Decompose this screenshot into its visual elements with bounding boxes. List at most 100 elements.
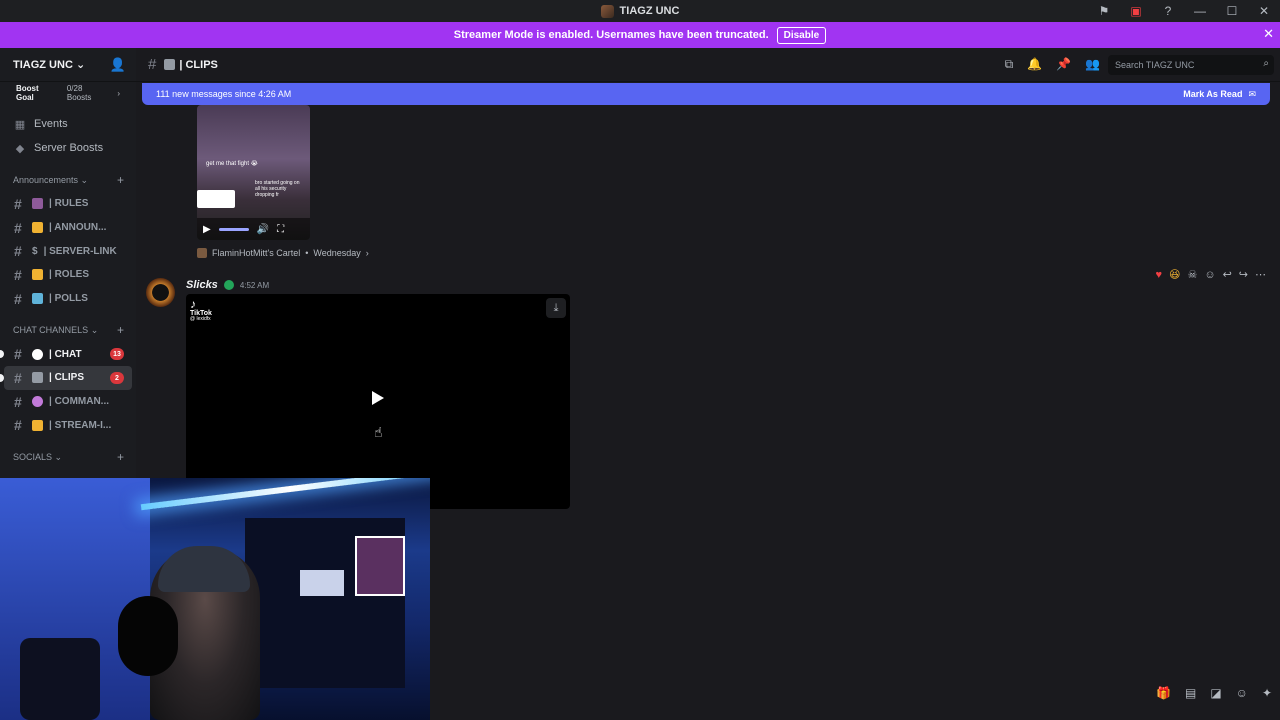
thread-avatar <box>197 248 207 258</box>
streamer-mode-banner: Streamer Mode is enabled. Usernames have… <box>0 22 1280 48</box>
play-button-icon[interactable] <box>372 391 384 405</box>
channel-label: | RULES <box>49 198 89 210</box>
mark-as-read-button[interactable]: Mark As Read ✉ <box>1183 89 1256 100</box>
thread-link[interactable]: FlaminHotMitt's Cartel • Wednesday › <box>197 248 369 258</box>
member-list-icon[interactable]: 👥 <box>1085 57 1100 72</box>
hash-icon: # <box>14 290 22 307</box>
disable-streamer-mode-button[interactable]: Disable <box>776 26 827 44</box>
more-icon[interactable]: ⋯ <box>1255 268 1266 281</box>
new-messages-bar[interactable]: 111 new messages since 4:26 AM Mark As R… <box>142 83 1270 105</box>
boost-count: 0/28 Boosts <box>66 84 92 102</box>
minimize-icon[interactable]: — <box>1184 4 1216 18</box>
dollar-icon: $ <box>32 245 38 257</box>
channel-chat[interactable]: # | CHAT 13 <box>0 342 136 366</box>
emoji-icon[interactable]: ☺ <box>1236 686 1248 700</box>
laugh-reaction-icon[interactable]: 😆 <box>1169 268 1180 281</box>
fullscreen-icon[interactable]: ⛶ <box>277 224 284 235</box>
new-messages-text: 111 new messages since 4:26 AM <box>156 89 292 99</box>
hash-icon: # <box>14 266 22 283</box>
channel-clips[interactable]: # | CLIPS 2 <box>0 366 132 390</box>
pin-icon[interactable]: 📌 <box>1056 57 1071 72</box>
category-socials[interactable]: SOCIALS ⌄ + <box>0 445 136 469</box>
mention-badge: 13 <box>110 348 124 361</box>
add-channel-icon[interactable]: + <box>117 173 124 187</box>
channel-label: | COMMAN... <box>49 396 110 408</box>
sticker-icon[interactable]: ◪ <box>1210 686 1221 700</box>
avatar[interactable] <box>146 278 175 307</box>
window-titlebar: TIAGZ UNC ⚑ ▣ ? — ☐ ✕ <box>0 0 1280 22</box>
skull-reaction-icon[interactable]: ☠ <box>1187 268 1197 281</box>
robot-icon <box>32 396 43 408</box>
volume-icon[interactable]: 🔊 <box>257 224 269 235</box>
channel-label: | CLIPS <box>49 372 85 384</box>
hash-icon: # <box>14 369 22 386</box>
add-reaction-icon[interactable]: ☺ <box>1204 269 1215 281</box>
channel-announcements[interactable]: # | ANNOUN... <box>0 216 136 240</box>
maximize-icon[interactable]: ☐ <box>1216 4 1248 18</box>
video-attachment-thumbnail[interactable]: get me that fight 😭 bro started going on… <box>197 105 310 240</box>
invite-people-icon[interactable]: 👤 <box>110 57 126 73</box>
apps-icon[interactable]: ✦ <box>1262 686 1272 700</box>
close-window-icon[interactable]: ✕ <box>1248 4 1280 18</box>
add-channel-icon[interactable]: + <box>117 450 124 464</box>
help-icon[interactable]: ? <box>1152 4 1184 18</box>
notification-bell-icon[interactable]: 🔔 <box>1027 57 1042 72</box>
channel-label: | POLLS <box>49 293 88 305</box>
hash-icon: # <box>14 393 22 410</box>
video-caption: get me that fight 😭 <box>206 161 258 167</box>
sticker-overlay <box>197 190 235 208</box>
download-icon[interactable]: ⤓ <box>546 298 566 318</box>
sidebar-item-label: Events <box>34 118 68 130</box>
channel-commands[interactable]: # | COMMAN... <box>0 390 136 414</box>
video-embed[interactable]: ♪ TikTok @ lexidfx ⤓ <box>186 294 570 509</box>
chair <box>20 638 100 720</box>
add-channel-icon[interactable]: + <box>117 323 124 337</box>
air-conditioner <box>300 570 344 596</box>
channel-stream-info[interactable]: # | STREAM-I... <box>0 414 136 438</box>
tiktok-handle: @ lexidfx <box>190 316 211 322</box>
hash-icon: # <box>14 219 22 236</box>
hash-icon: # <box>14 417 22 434</box>
video-controls: ▶ 🔊 ⛶ <box>197 218 310 240</box>
clapper-icon <box>32 372 43 384</box>
close-banner-icon[interactable]: ✕ <box>1263 26 1274 42</box>
banner-message: Streamer Mode is enabled. Usernames have… <box>453 29 769 41</box>
threads-icon[interactable]: ⧉ <box>1005 57 1014 72</box>
flag-icon[interactable]: ⚑ <box>1088 4 1120 18</box>
category-name: Announcements <box>13 174 79 185</box>
sidebar-item-events[interactable]: ▦ Events <box>0 112 136 136</box>
role-icon <box>223 280 234 290</box>
progress-bar[interactable] <box>218 227 249 231</box>
thread-name: FlaminHotMitt's Cartel <box>212 248 301 258</box>
window-title-text: TIAGZ UNC <box>619 5 680 17</box>
category-announcements[interactable]: Announcements ⌄ + <box>0 168 136 192</box>
server-header[interactable]: TIAGZ UNC ⌄ 👤 <box>0 48 136 82</box>
separator-dot: • <box>305 248 309 258</box>
channel-roles[interactable]: # | ROLES <box>0 263 136 287</box>
screen-share-icon[interactable]: ▣ <box>1120 4 1152 18</box>
channel-rules[interactable]: # | RULES <box>0 192 136 216</box>
reply-icon[interactable]: ↩ <box>1223 268 1232 281</box>
tiktok-watermark: ♪ TikTok @ lexidfx <box>190 298 212 322</box>
heart-reaction-icon[interactable]: ♥ <box>1155 269 1162 281</box>
channel-server-link[interactable]: # $ | SERVER-LINK <box>0 239 136 263</box>
channel-title-text: | CLIPS <box>179 58 218 71</box>
sidebar-item-server-boosts[interactable]: ◆ Server Boosts <box>0 136 136 160</box>
mark-read-icon: ✉ <box>1248 88 1256 99</box>
gif-icon[interactable]: ▤ <box>1185 686 1196 700</box>
speech-bubble-icon <box>32 348 43 360</box>
boost-goal-bar[interactable]: Boost Goal 0/28 Boosts › <box>0 82 136 104</box>
gift-icon[interactable]: 🎁 <box>1156 686 1171 700</box>
search-input[interactable]: Search TIAGZ UNC ⌕ <box>1108 55 1274 75</box>
hash-icon: # <box>148 56 157 73</box>
category-chat-channels[interactable]: CHAT CHANNELS ⌄ + <box>0 318 136 342</box>
selected-indicator <box>0 374 4 383</box>
server-name-text: TIAGZ UNC <box>13 59 73 71</box>
bell-icon <box>32 222 43 234</box>
server-name[interactable]: TIAGZ UNC ⌄ <box>13 58 85 71</box>
play-icon[interactable]: ▶ <box>203 224 211 235</box>
channel-polls[interactable]: # | POLLS <box>0 287 136 311</box>
forward-icon[interactable]: ↪ <box>1239 268 1248 281</box>
message-header: Slicks 4:52 AM <box>186 279 269 291</box>
author-name[interactable]: Slicks <box>186 279 218 291</box>
